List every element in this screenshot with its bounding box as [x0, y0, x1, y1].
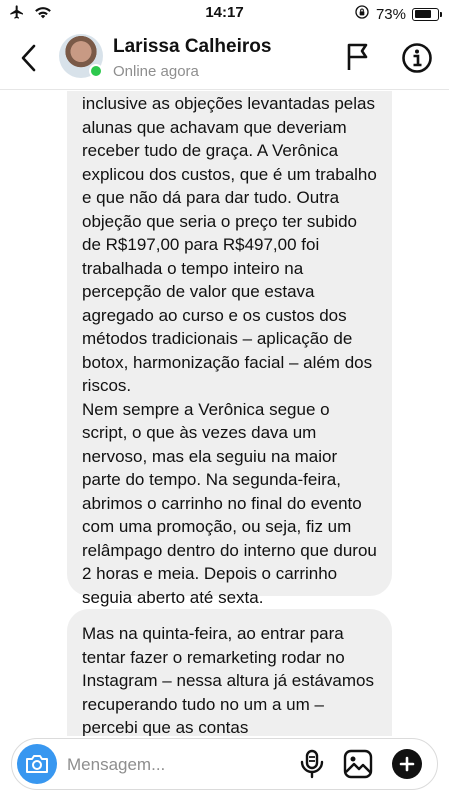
contact-name[interactable]: Larissa Calheiros	[113, 36, 271, 58]
battery-icon	[412, 7, 442, 21]
flag-icon	[347, 43, 368, 70]
message-text: inclusive as objeções levantadas pelas a…	[82, 94, 377, 607]
message-input[interactable]	[67, 753, 287, 777]
info-icon	[402, 43, 432, 73]
info-button[interactable]	[401, 42, 433, 74]
gallery-button[interactable]	[343, 749, 373, 779]
online-indicator	[89, 64, 103, 78]
message-composer	[11, 738, 438, 790]
status-right: 73%	[354, 4, 442, 24]
back-button[interactable]	[14, 40, 44, 76]
message-text: Mas na quinta-feira, ao entrar para tent…	[82, 624, 374, 736]
report-button[interactable]	[344, 42, 374, 72]
back-arrow-icon	[21, 44, 36, 72]
more-options-button[interactable]	[392, 749, 422, 779]
battery-percent: 73%	[375, 5, 406, 23]
camera-icon	[26, 755, 48, 773]
message-bubble[interactable]: Mas na quinta-feira, ao entrar para tent…	[67, 609, 392, 736]
message-list[interactable]: inclusive as objeções levantadas pelas a…	[0, 91, 449, 736]
contact-avatar[interactable]	[59, 34, 103, 78]
contact-status: Online agora	[113, 63, 199, 80]
chat-header: Larissa Calheiros Online agora	[0, 26, 449, 90]
microphone-icon	[300, 749, 324, 779]
voice-message-button[interactable]	[299, 749, 325, 779]
camera-button[interactable]	[17, 744, 57, 784]
status-bar: 14:17 73%	[0, 0, 449, 26]
message-bubble[interactable]: inclusive as objeções levantadas pelas a…	[67, 91, 392, 607]
gallery-icon	[343, 749, 373, 779]
rotation-lock-icon	[354, 4, 370, 24]
plus-icon	[399, 756, 415, 772]
